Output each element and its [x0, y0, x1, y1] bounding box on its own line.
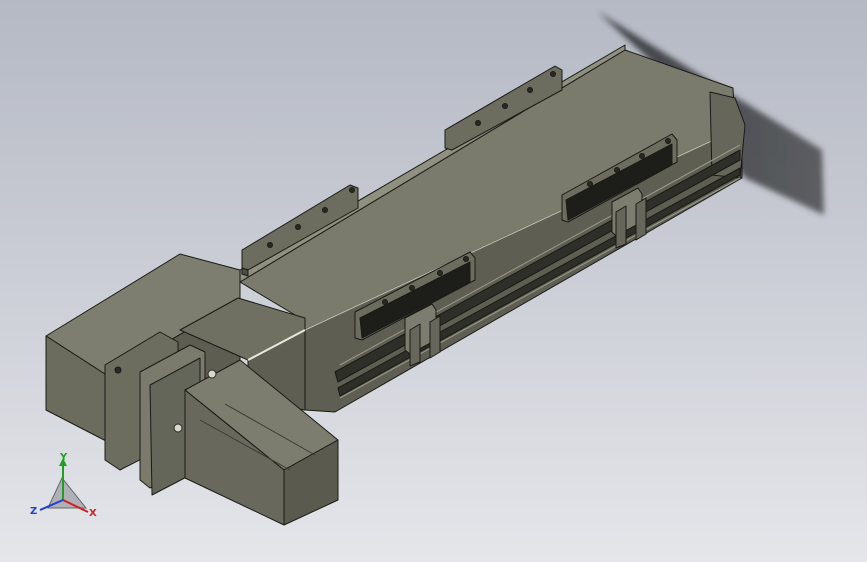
cad-model-canvas[interactable]: Y X Z	[0, 0, 867, 562]
orientation-triad[interactable]: Y X Z	[30, 452, 97, 519]
triad-z-label: Z	[30, 506, 37, 517]
triad-y-label: Y	[59, 452, 68, 463]
3d-viewport[interactable]: Y X Z	[0, 0, 867, 562]
triad-x-label: X	[89, 508, 97, 519]
bolt-head	[207, 369, 217, 379]
linear-actuator-assembly[interactable]	[45, 44, 746, 526]
